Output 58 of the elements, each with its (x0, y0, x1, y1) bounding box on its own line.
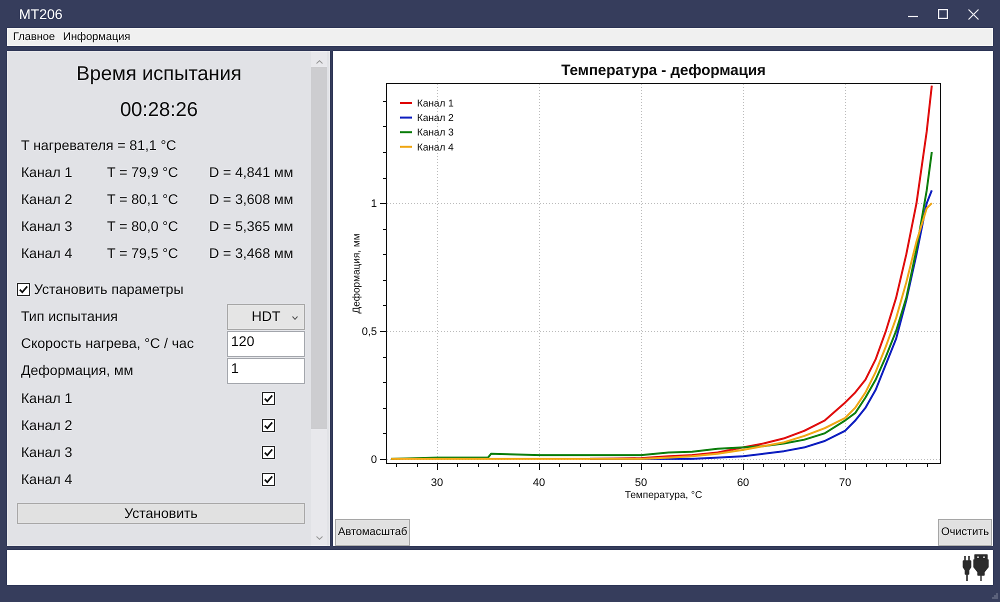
axis-tick-label: 40 (532, 477, 546, 489)
legend-label: Канал 3 (417, 128, 454, 139)
legend-label: Канал 1 (417, 98, 454, 110)
heater-temperature: T нагревателя = 81,1 °C (21, 137, 176, 154)
axis-title: Деформация, мм (352, 233, 363, 314)
apply-button[interactable]: Установить (17, 503, 305, 524)
channel-deformation: D = 5,365 мм (209, 218, 294, 235)
channel-temperature: T = 80,1 °C (107, 191, 180, 208)
axis-title: Температура, °C (624, 490, 702, 501)
channel-temperature: T = 79,9 °C (107, 164, 180, 181)
field-label: Тип испытания (21, 308, 119, 325)
checkbox[interactable] (262, 419, 275, 432)
channel-deformation: D = 3,468 мм (209, 245, 294, 262)
clear-button[interactable]: Очистить (938, 519, 992, 546)
dropdown[interactable]: HDT (227, 304, 305, 330)
input-field[interactable]: 1 (227, 358, 305, 384)
channel-deformation: D = 4,841 мм (209, 164, 294, 181)
axis-tick-label: 50 (634, 477, 648, 489)
checkbox[interactable] (262, 392, 275, 405)
elapsed-time: 00:28:26 (120, 98, 198, 122)
checkbox[interactable] (262, 473, 275, 486)
axis-tick-label: 0,5 (362, 326, 377, 338)
checkbox-label: Канал 2 (21, 417, 74, 434)
axis-tick-label: 70 (838, 477, 852, 489)
input-field[interactable]: 120 (227, 330, 305, 356)
channel-temperature: T = 79,5 °C (107, 245, 180, 262)
axis-tick-label: 1 (370, 198, 377, 210)
checkbox-label: Канал 4 (21, 471, 74, 488)
checkbox-label: Канал 3 (21, 444, 74, 461)
menu-item[interactable]: Информация (60, 30, 134, 44)
axis-tick-label: 30 (430, 477, 444, 489)
menu-item[interactable]: Главное (10, 30, 58, 44)
autoscale-button[interactable]: Автомасштаб (335, 519, 410, 546)
field-label: Деформация, мм (21, 362, 134, 379)
legend-label: Канал 4 (417, 142, 454, 154)
chart-title: Температура - деформация (561, 62, 766, 79)
field-label: Скорость нагрева, °C / час (21, 335, 195, 352)
maximize-icon[interactable] (938, 9, 948, 19)
channel-name: Канал 1 (21, 164, 74, 181)
channel-name: Канал 3 (21, 218, 74, 235)
channel-deformation: D = 3,608 мм (209, 191, 294, 208)
window-title: MT206 (19, 6, 63, 22)
channel-temperature: T = 80,0 °C (107, 218, 180, 235)
legend-label: Канал 2 (417, 113, 454, 124)
scrollbar-thumb[interactable] (311, 67, 327, 429)
channel-name: Канал 2 (21, 191, 74, 208)
axis-tick-label: 60 (736, 477, 750, 489)
chevron-down-icon (292, 316, 298, 320)
scrollbar[interactable] (311, 51, 327, 546)
checkbox-label: Установить параметры (34, 281, 184, 298)
checkbox-label: Канал 1 (21, 390, 74, 407)
close-icon[interactable] (968, 8, 979, 20)
channel-name: Канал 4 (21, 245, 74, 262)
test-time-title: Время испытания (76, 62, 242, 86)
plug-icon (962, 554, 989, 581)
checkbox[interactable] (262, 446, 275, 459)
axis-tick-label: 0 (370, 454, 377, 466)
checkbox[interactable] (17, 283, 30, 296)
